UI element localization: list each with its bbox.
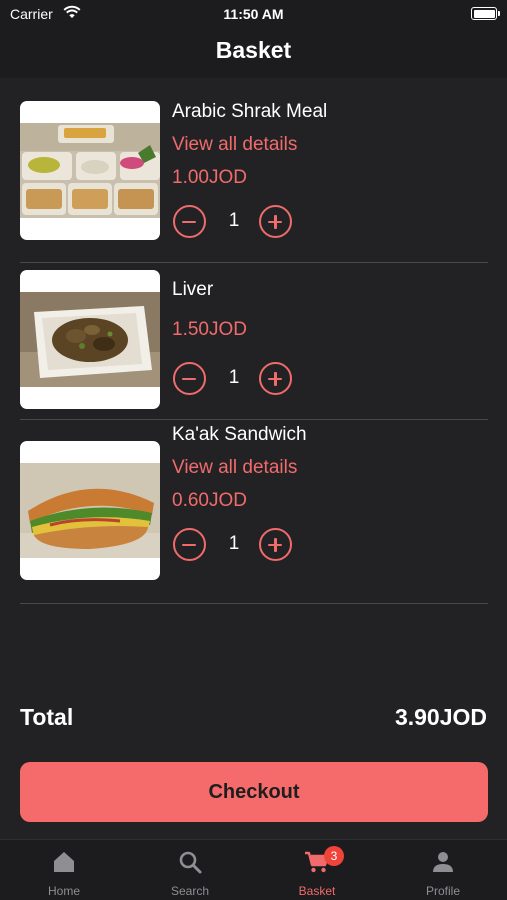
minus-icon [182,220,196,223]
increase-quantity-button[interactable] [259,205,292,238]
quantity-stepper: 1 [172,527,294,563]
basket-item: Liver 1.50JOD 1 [20,263,488,420]
page-title: Basket [215,37,292,63]
decrease-quantity-button[interactable] [173,205,206,238]
view-details-link[interactable]: View all details [172,134,297,156]
battery-icon [471,7,500,20]
status-bar: Carrier 11:50 AM [0,0,507,28]
quantity-value: 1 [228,367,240,388]
item-price: 1.50JOD [172,319,247,340]
view-details-link[interactable]: View all details [172,457,297,479]
basket-item: Ka'ak Sandwich View all details 0.60JOD … [20,420,488,604]
total-label: Total [20,704,74,730]
tab-bar: Home Search 3 Basket Profile [0,839,507,900]
item-image-kaak-sandwich[interactable] [20,441,160,580]
quantity-value: 1 [228,533,240,554]
tab-basket[interactable]: 3 Basket [254,840,380,900]
item-name: Arabic Shrak Meal [172,101,328,122]
minus-icon [182,543,196,546]
tab-label: Basket [298,884,336,898]
quantity-stepper: 1 [172,361,294,397]
item-price: 0.60JOD [172,490,247,511]
tab-home[interactable]: Home [1,840,127,900]
total-value: 3.90JOD [394,704,487,730]
item-image-arabic-shrak-meal[interactable] [20,101,160,240]
decrease-quantity-button[interactable] [173,528,206,561]
tab-label: Search [170,884,210,898]
item-name: Ka'ak Sandwich [172,424,307,445]
minus-icon [182,377,196,380]
quantity-stepper: 1 [172,204,294,240]
increase-quantity-button[interactable] [259,528,292,561]
item-price: 1.00JOD [172,167,247,188]
tab-profile[interactable]: Profile [380,840,506,900]
search-icon [179,851,202,874]
item-name: Liver [172,279,214,300]
person-icon [433,852,453,872]
increase-quantity-button[interactable] [259,362,292,395]
checkout-button[interactable]: Checkout [20,762,488,822]
tab-label: Profile [425,884,460,898]
basket-item: Arabic Shrak Meal View all details 1.00J… [20,99,488,263]
quantity-value: 1 [228,210,240,231]
status-time: 11:50 AM [223,6,284,22]
decrease-quantity-button[interactable] [173,362,206,395]
nav-header: Basket [0,28,507,78]
tab-search[interactable]: Search [127,840,253,900]
home-icon [54,852,74,872]
cart-count-badge: 3 [324,846,344,866]
basket-list: Arabic Shrak Meal View all details 1.00J… [20,99,488,604]
tab-label: Home [47,884,80,898]
item-image-liver[interactable] [20,270,160,409]
